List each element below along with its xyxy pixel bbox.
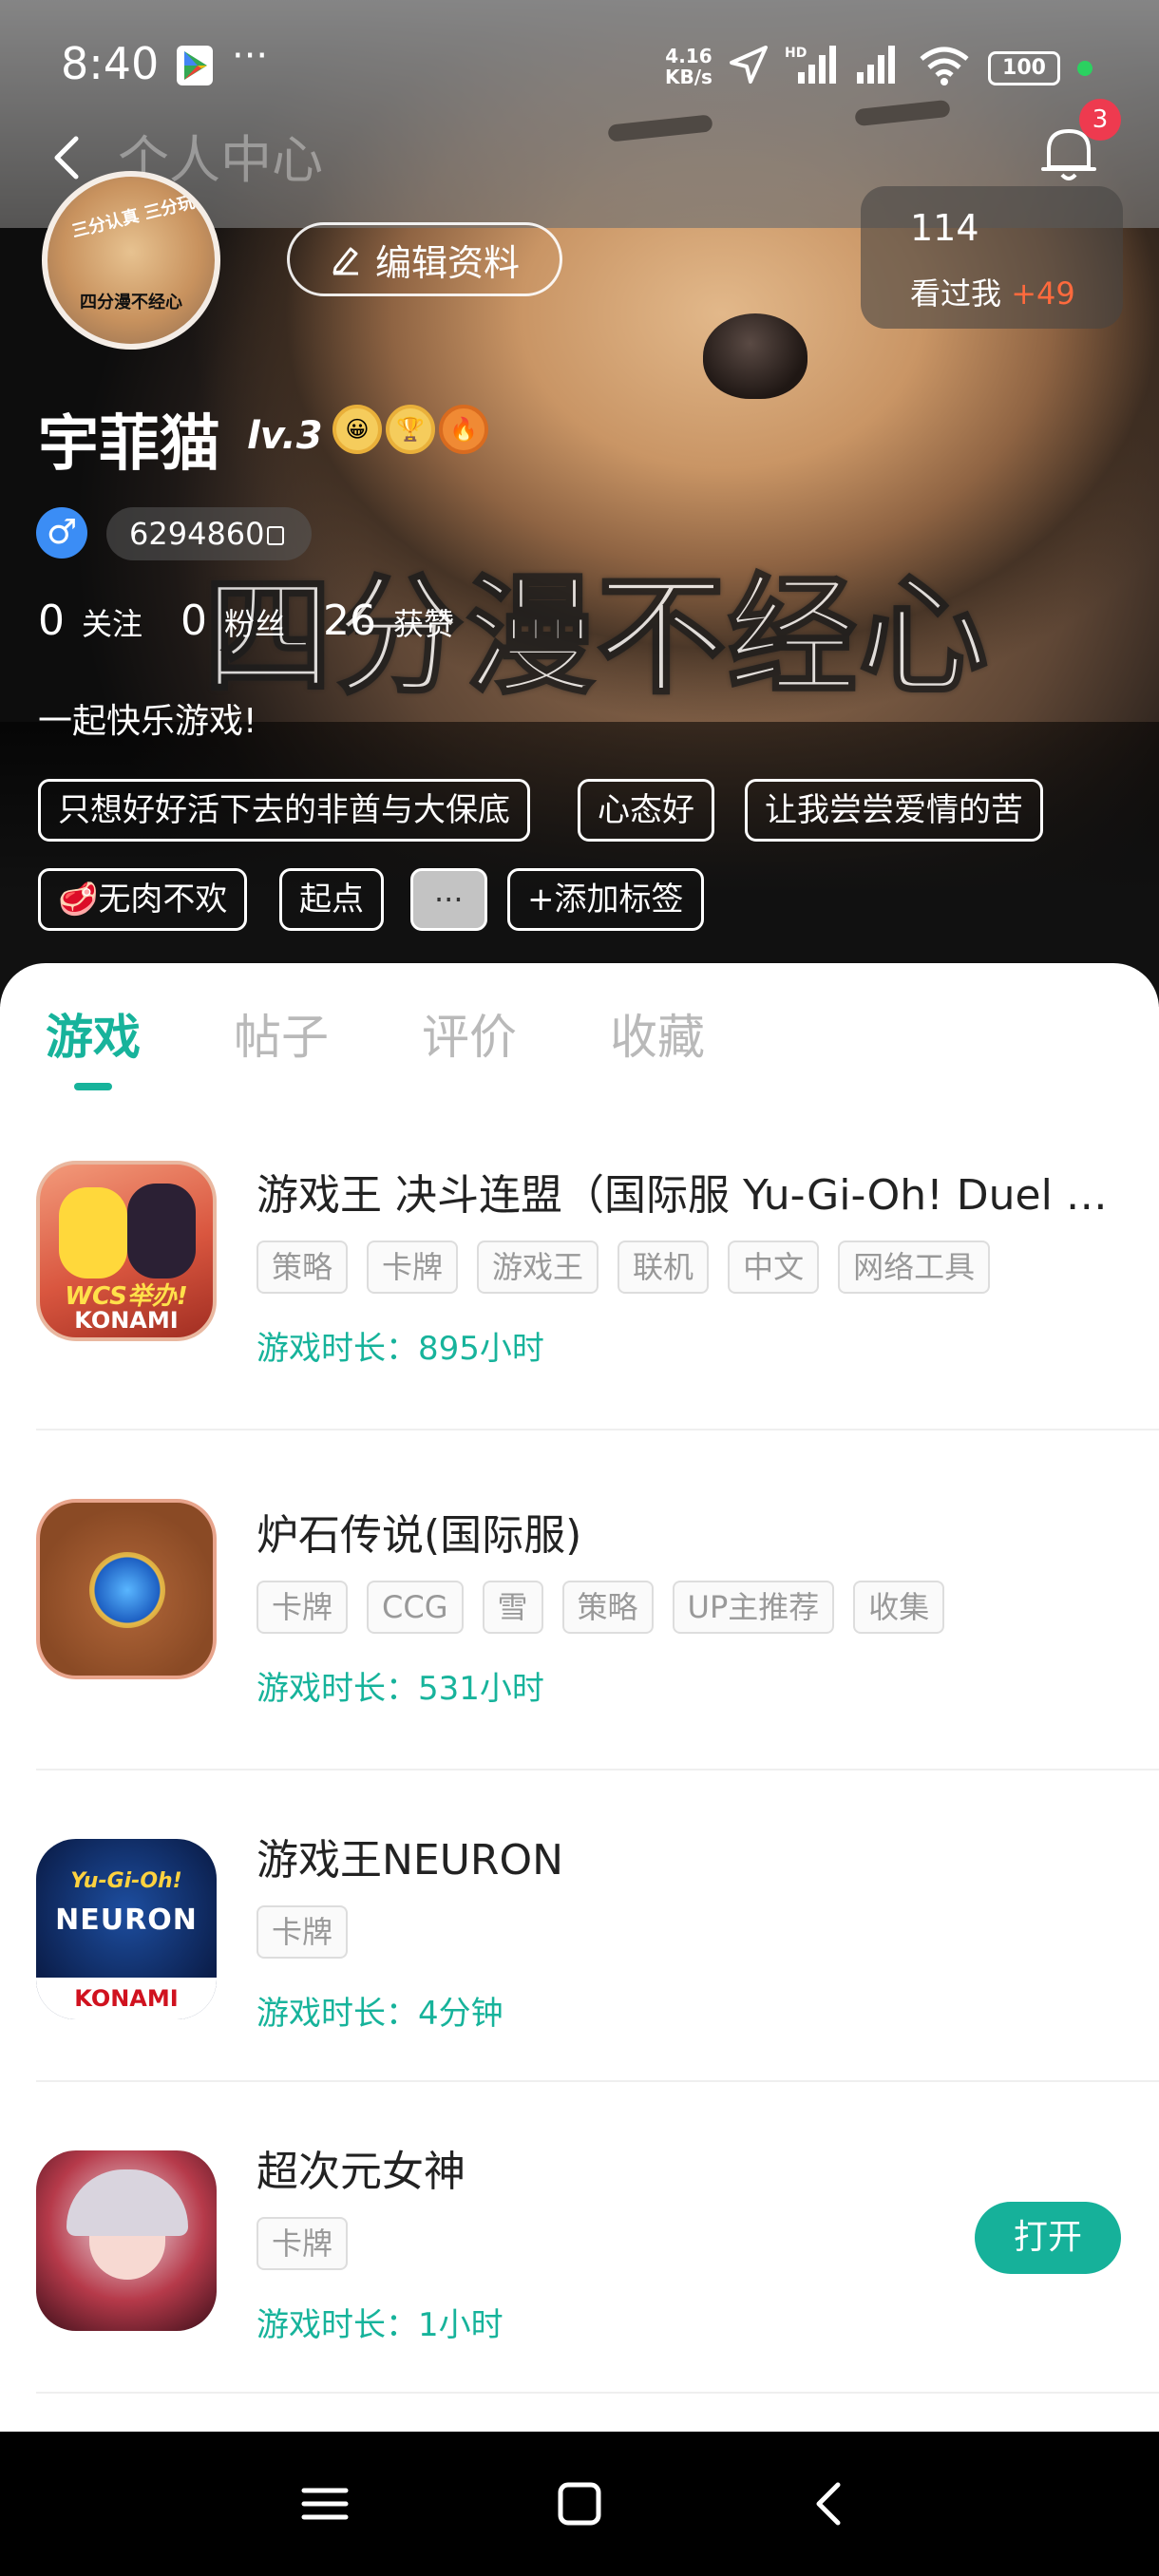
following-count[interactable]: 0: [38, 597, 65, 645]
game-tag[interactable]: UP主推荐: [672, 1581, 835, 1634]
game-tags: 卡牌: [256, 1905, 349, 1959]
user-id[interactable]: 6294860: [106, 507, 312, 560]
visitors-count: 114: [910, 207, 979, 249]
game-playtime: 游戏时长：531小时: [256, 1670, 544, 1708]
battery-icon: 100: [988, 51, 1060, 85]
followers-count[interactable]: 0: [180, 597, 207, 645]
duel-links-app-icon[interactable]: WCS举办! KONAMI: [36, 1161, 217, 1341]
add-tag-button[interactable]: +添加标签: [507, 868, 704, 931]
back-nav-icon[interactable]: [804, 2477, 857, 2530]
play-store-icon: [177, 46, 213, 85]
level-badge: lv.3: [247, 414, 323, 458]
signal-icon-1: [798, 46, 836, 84]
game-tag[interactable]: 中文: [728, 1241, 820, 1294]
game-tag[interactable]: 收集: [853, 1581, 945, 1634]
tab-indicator: [74, 1083, 112, 1090]
divider: [36, 2080, 1159, 2082]
edit-profile-label: 编辑资料: [374, 241, 520, 284]
game-tag[interactable]: 卡牌: [256, 1905, 349, 1959]
game-tag[interactable]: 卡牌: [256, 1581, 349, 1634]
game-playtime: 游戏时长：4分钟: [256, 1995, 504, 2033]
game-playtime: 游戏时长：1小时: [256, 2306, 504, 2344]
notification-badge: 3: [1079, 99, 1121, 141]
game-tag[interactable]: CCG: [367, 1581, 464, 1634]
divider: [36, 1769, 1159, 1771]
back-arrow-icon[interactable]: [48, 133, 86, 182]
status-more: ···: [232, 34, 269, 78]
profile-tag[interactable]: 起点: [279, 868, 384, 931]
neuron-app-icon[interactable]: Yu-Gi-Oh! NEURON KONAMI: [36, 1839, 217, 2019]
tab-games[interactable]: 游戏: [46, 999, 141, 1068]
status-bar: 8:40 ··· 4.16 KB/s HD 100: [0, 0, 1159, 133]
game-tag[interactable]: 网络工具: [838, 1241, 991, 1294]
avatar-text-bottom: 四分漫不经心: [80, 293, 182, 313]
game-title[interactable]: 游戏王 决斗连盟（国际服 Yu-Gi-Oh! Duel Links）: [256, 1161, 1121, 1222]
gender-male-icon: ♂: [36, 507, 87, 559]
edit-pen-icon: [332, 247, 358, 275]
game-tag[interactable]: 卡牌: [256, 2217, 349, 2270]
avatar[interactable]: 三分认真 三分玩 四分漫不经心: [42, 171, 220, 350]
followers-label[interactable]: 粉丝: [224, 600, 285, 644]
tab-favorites[interactable]: 收藏: [610, 999, 705, 1068]
game-title[interactable]: 游戏王NEURON: [256, 1826, 1121, 1886]
game-playtime: 游戏时长：895小时: [256, 1330, 544, 1368]
open-game-button[interactable]: 打开: [975, 2202, 1121, 2274]
edit-profile-button[interactable]: 编辑资料: [287, 222, 562, 296]
more-tags-button[interactable]: ···: [410, 868, 487, 931]
home-icon[interactable]: [553, 2477, 606, 2530]
likes-label[interactable]: 获赞: [393, 600, 454, 644]
goddess-app-icon[interactable]: [36, 2150, 217, 2331]
wifi-icon: [920, 47, 969, 85]
tab-reviews[interactable]: 评价: [422, 999, 517, 1068]
avatar-text-top: 三分认真 三分玩: [69, 192, 198, 242]
profile-tag[interactable]: 🥩无肉不欢: [38, 868, 248, 931]
game-title[interactable]: 炉石传说(国际服): [256, 1501, 1121, 1562]
game-tag[interactable]: 游戏王: [477, 1241, 599, 1294]
menu-icon[interactable]: [298, 2477, 352, 2530]
tab-posts[interactable]: 帖子: [234, 999, 329, 1068]
system-nav-bar: [0, 2432, 1159, 2576]
hearthstone-app-icon[interactable]: [36, 1499, 217, 1679]
bio: 一起快乐游戏!: [38, 702, 257, 741]
game-tag[interactable]: 策略: [561, 1581, 654, 1634]
medal-icon-2[interactable]: 🏆: [386, 405, 435, 454]
game-title[interactable]: 超次元女神: [256, 2137, 1121, 2198]
game-tags: 卡牌 CCG 雪 策略 UP主推荐 收集: [256, 1581, 945, 1634]
visitors-delta: +49: [1011, 275, 1075, 312]
indicator-dot: [1077, 61, 1092, 76]
following-label[interactable]: 关注: [82, 600, 142, 644]
location-arrow-icon: [730, 46, 768, 84]
profile-tag[interactable]: 让我尝尝爱情的苦: [745, 779, 1043, 842]
medal-icon-1[interactable]: 😀: [332, 405, 382, 454]
status-time: 8:40: [61, 38, 160, 89]
signal-icon-2: [857, 46, 895, 84]
likes-count[interactable]: 26: [323, 597, 376, 645]
game-tags: 卡牌: [256, 2217, 349, 2270]
profile-tag[interactable]: 只想好好活下去的非酋与大保底: [38, 779, 530, 842]
divider: [36, 2392, 1159, 2394]
dog-nose: [703, 313, 808, 399]
divider: [36, 1429, 1159, 1430]
visitors-card[interactable]: 114 看过我 +49: [861, 186, 1123, 329]
stats-row: 0 关注 0 粉丝 26 获赞: [38, 597, 492, 645]
profile-tag[interactable]: 心态好: [578, 779, 714, 842]
visitors-label: 看过我 +49: [910, 275, 1075, 312]
game-tag[interactable]: 联机: [618, 1241, 710, 1294]
game-tags: 策略 卡牌 游戏王 联机 中文 网络工具: [256, 1241, 991, 1294]
network-speed: 4.16 KB/s: [665, 45, 712, 88]
game-tag[interactable]: 策略: [256, 1241, 349, 1294]
game-tag[interactable]: 雪: [482, 1581, 543, 1634]
username: 宇菲猫: [38, 409, 220, 480]
game-tag[interactable]: 卡牌: [367, 1241, 459, 1294]
copy-icon[interactable]: [266, 526, 284, 545]
medal-icon-3[interactable]: 🔥: [439, 405, 488, 454]
